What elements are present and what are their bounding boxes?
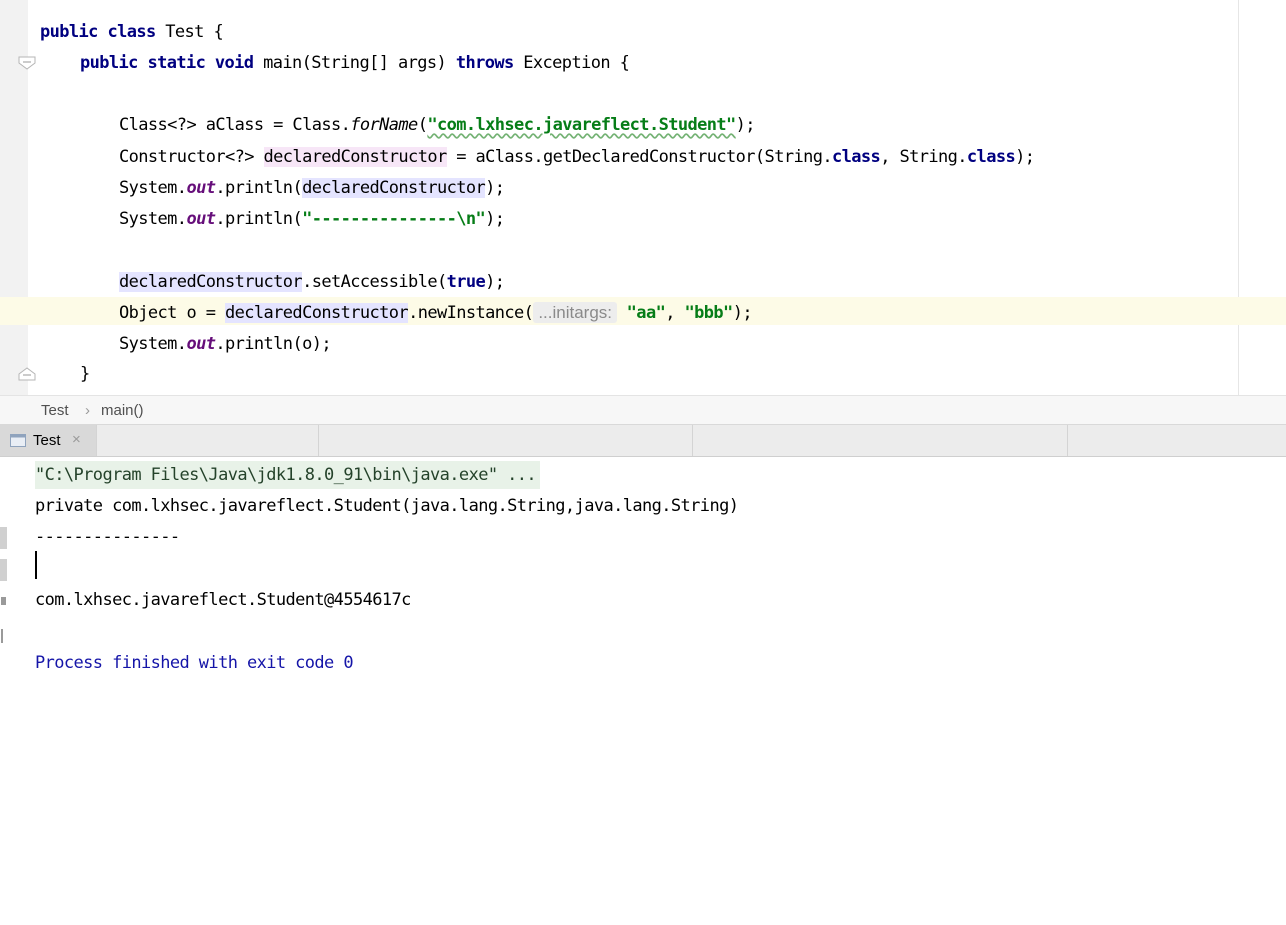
text-cursor — [35, 551, 37, 579]
close-brace: } — [80, 364, 90, 384]
code-text: , String. — [880, 147, 967, 167]
code-text: ); — [735, 115, 756, 135]
fold-open-icon[interactable] — [18, 56, 36, 70]
code-text: System. — [119, 209, 187, 229]
code-line-println-separator[interactable]: System.out.println("---------------\n"); — [119, 205, 505, 233]
code-text: ); — [1015, 147, 1035, 167]
code-text: .newInstance( — [408, 303, 534, 323]
console-icon — [10, 434, 26, 447]
code-text: Constructor<?> — [119, 147, 264, 167]
code-text: ); — [485, 209, 505, 229]
tab-divider — [96, 425, 97, 456]
code-line-main-decl[interactable]: public static void main(String[] args) t… — [80, 49, 630, 77]
method-signature: main(String[] args) — [263, 53, 447, 73]
code-text: ); — [485, 272, 505, 292]
toolbar-icon[interactable] — [0, 919, 8, 925]
code-text: System. — [119, 334, 187, 354]
rerun-icon[interactable] — [0, 527, 7, 549]
tab-divider — [692, 425, 693, 456]
console-line-command: "C:\Program Files\Java\jdk1.8.0_91\bin\j… — [35, 461, 541, 489]
console-line-separator: --------------- — [35, 527, 180, 547]
close-icon[interactable]: × — [72, 431, 81, 448]
string-literal-classname: "com.lxhsec.javareflect.Student" — [427, 115, 736, 135]
keyword-static: static — [147, 53, 206, 73]
keyword-throws: throws — [455, 53, 514, 73]
string-literal-bbb: "bbb" — [684, 303, 734, 323]
string-literal-aa: "aa" — [626, 303, 666, 323]
run-tab-label: Test — [33, 432, 61, 449]
code-line-class-decl[interactable]: public class Test { — [40, 18, 224, 46]
run-tab-bar: Test × — [0, 425, 1286, 457]
run-tab-test[interactable]: Test × — [0, 425, 96, 456]
variable-declared-constructor: declaredConstructor — [119, 272, 303, 292]
variable-declared-constructor: declaredConstructor — [263, 147, 447, 167]
static-field-out: out — [186, 178, 216, 198]
static-method-forname: forName — [350, 115, 418, 135]
code-line-set-accessible[interactable]: declaredConstructor.setAccessible(true); — [119, 268, 505, 296]
pin-icon[interactable] — [1, 597, 6, 605]
keyword-public: public — [40, 22, 98, 42]
breadcrumb-item-file[interactable]: Test — [41, 402, 69, 419]
breadcrumb-separator: › — [85, 402, 90, 419]
code-text: = aClass.getDeclaredConstructor(String. — [446, 147, 833, 167]
stop-icon[interactable] — [0, 559, 7, 581]
static-field-out: out — [186, 334, 216, 354]
wrap-icon[interactable] — [1, 629, 3, 643]
breadcrumb: Test › main() — [0, 395, 1286, 425]
keyword-class: class — [832, 147, 881, 167]
open-brace: { — [213, 22, 224, 42]
code-line-get-constructor[interactable]: Constructor<?> declaredConstructor = aCl… — [119, 143, 1035, 171]
variable-declared-constructor: declaredConstructor — [302, 178, 486, 198]
code-text: , — [665, 303, 685, 323]
right-margin-guide — [1238, 0, 1239, 395]
parameter-hint: ...initargs: — [533, 302, 618, 323]
code-text: ); — [732, 303, 753, 323]
fold-close-icon[interactable] — [18, 367, 36, 381]
code-line-println-object[interactable]: System.out.println(o); — [119, 330, 332, 358]
tab-divider — [1067, 425, 1068, 456]
code-editor[interactable]: public class Test { public static void m… — [0, 0, 1286, 395]
code-line-println-constructor[interactable]: System.out.println(declaredConstructor); — [119, 174, 505, 202]
code-line-close-brace[interactable]: } — [80, 360, 90, 388]
code-text: System. — [119, 178, 187, 198]
run-toolbar-strip — [0, 457, 14, 684]
string-literal-separator: "---------------\n" — [302, 209, 486, 229]
static-field-out: out — [186, 209, 216, 229]
keyword-class: class — [107, 22, 156, 42]
variable-declared-constructor: declaredConstructor — [224, 303, 409, 323]
console-line-constructor: private com.lxhsec.javareflect.Student(j… — [35, 496, 739, 516]
breadcrumb-item-method[interactable]: main() — [101, 402, 144, 419]
code-text: Object o = — [119, 303, 225, 323]
keyword-class: class — [966, 147, 1016, 167]
keyword-true: true — [446, 272, 486, 292]
code-line-new-instance[interactable]: Object o = declaredConstructor.newInstan… — [119, 299, 753, 327]
tab-divider — [318, 425, 319, 456]
console-line-instance: com.lxhsec.javareflect.Student@4554617c — [35, 590, 411, 610]
code-text: ); — [485, 178, 505, 198]
code-text: ( — [417, 115, 428, 135]
keyword-void: void — [214, 53, 254, 73]
console-line-exit: Process finished with exit code 0 — [35, 653, 354, 673]
code-text: .setAccessible( — [302, 272, 447, 292]
exception-type: Exception { — [523, 53, 630, 73]
code-line-forname[interactable]: Class<?> aClass = Class.forName("com.lxh… — [119, 111, 756, 139]
code-text: Class<?> aClass = Class. — [119, 115, 351, 135]
code-text: .println( — [215, 209, 303, 229]
code-text: .println(o); — [215, 334, 331, 354]
keyword-public: public — [80, 53, 138, 73]
code-text: .println( — [215, 178, 303, 198]
class-name: Test — [165, 22, 204, 42]
